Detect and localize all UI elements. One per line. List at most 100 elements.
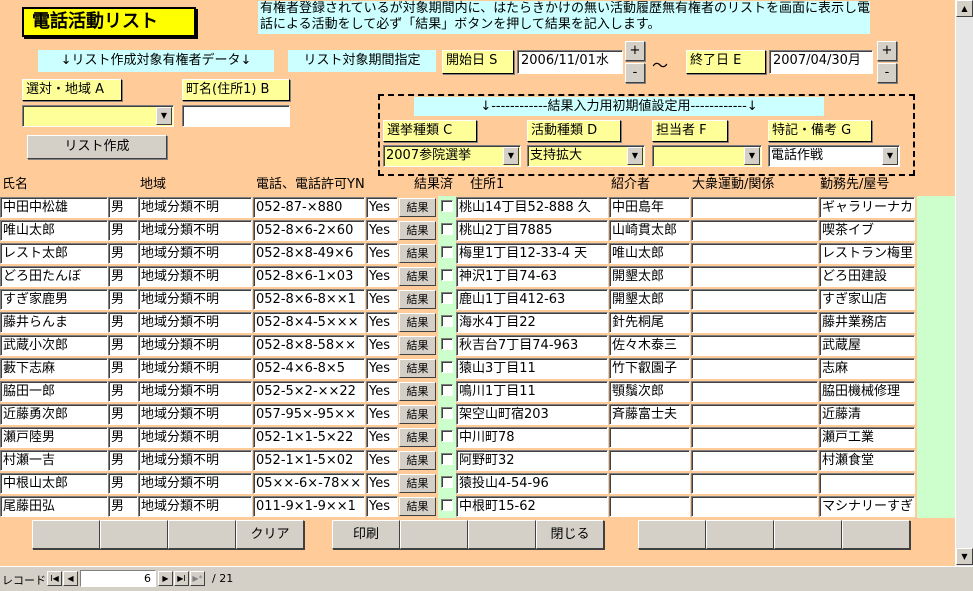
notes-combo[interactable]: 電話作戦 ▼ xyxy=(768,145,900,167)
mass-movement-cell[interactable] xyxy=(691,381,818,402)
end-date-field[interactable]: 2007/04/30月 xyxy=(769,50,873,74)
prev-record-icon[interactable]: ◀ xyxy=(63,571,78,586)
dropdown-arrow-icon[interactable]: ▼ xyxy=(503,147,519,165)
town-field[interactable] xyxy=(182,105,290,127)
mass-movement-cell[interactable] xyxy=(691,289,818,310)
address-cell[interactable]: 秋吉台7丁目74-963 xyxy=(456,335,608,356)
yn-cell[interactable]: Yes xyxy=(366,289,398,310)
print-button[interactable]: 印刷 xyxy=(332,520,400,549)
footer-button-1[interactable] xyxy=(32,520,100,549)
yn-cell[interactable]: Yes xyxy=(366,427,398,448)
address-cell[interactable]: 桃山2丁目7885 xyxy=(456,220,608,241)
result-button[interactable]: 結果 xyxy=(399,405,436,424)
result-button[interactable]: 結果 xyxy=(399,267,436,286)
result-done-checkbox[interactable] xyxy=(441,453,453,465)
yn-cell[interactable]: Yes xyxy=(366,197,398,218)
sex-cell[interactable]: 男 xyxy=(108,335,138,356)
mass-movement-cell[interactable] xyxy=(691,312,818,333)
yn-cell[interactable]: Yes xyxy=(366,266,398,287)
phone-cell[interactable]: 052-8×8-49×6 xyxy=(253,243,365,264)
sex-cell[interactable]: 男 xyxy=(108,289,138,310)
address-cell[interactable]: 海水4丁目22 xyxy=(456,312,608,333)
workplace-cell[interactable]: 村瀬食堂 xyxy=(819,450,915,471)
close-button[interactable]: 閉じる xyxy=(536,520,604,549)
workplace-cell[interactable]: 志麻 xyxy=(819,358,915,379)
name-cell[interactable]: すぎ家鹿男 xyxy=(0,289,108,310)
phone-cell[interactable]: 052-8×6-1×03 xyxy=(253,266,365,287)
phone-cell[interactable]: 052-5×2-××22 xyxy=(253,381,365,402)
start-date-plus-button[interactable]: + xyxy=(625,41,645,61)
address-cell[interactable]: 桃山14丁目52-888 久 xyxy=(456,197,608,218)
mass-movement-cell[interactable] xyxy=(691,220,818,241)
workplace-cell[interactable]: マシナリーすぎ xyxy=(819,496,915,517)
phone-cell[interactable]: 052-8×6-2×60 xyxy=(253,220,365,241)
mass-movement-cell[interactable] xyxy=(691,266,818,287)
result-done-checkbox[interactable] xyxy=(441,200,453,212)
address-cell[interactable]: 猿山3丁目11 xyxy=(456,358,608,379)
region-cell[interactable]: 地域分類不明 xyxy=(138,404,252,425)
workplace-cell[interactable]: 瀬戸工業 xyxy=(819,427,915,448)
phone-cell[interactable]: 011-9×1-9××1 xyxy=(253,496,365,517)
start-date-field[interactable]: 2006/11/01水 xyxy=(517,50,623,74)
dropdown-arrow-icon[interactable]: ▼ xyxy=(744,147,760,165)
activity-type-combo[interactable]: 支持拡大 ▼ xyxy=(527,145,645,167)
election-type-combo[interactable]: 2007参院選挙 ▼ xyxy=(383,145,521,167)
result-done-checkbox[interactable] xyxy=(441,269,453,281)
result-button[interactable]: 結果 xyxy=(399,451,436,470)
name-cell[interactable]: 瀬戸陸男 xyxy=(0,427,108,448)
first-record-icon[interactable]: I◀ xyxy=(47,571,62,586)
workplace-cell[interactable]: レストラン梅里 xyxy=(819,243,915,264)
sex-cell[interactable]: 男 xyxy=(108,450,138,471)
sex-cell[interactable]: 男 xyxy=(108,427,138,448)
result-done-checkbox[interactable] xyxy=(441,361,453,373)
result-button[interactable]: 結果 xyxy=(399,497,436,516)
workplace-cell[interactable] xyxy=(819,473,915,494)
address-cell[interactable]: 鹿山1丁目412-63 xyxy=(456,289,608,310)
sex-cell[interactable]: 男 xyxy=(108,197,138,218)
footer-button-8[interactable] xyxy=(706,520,774,549)
referrer-cell[interactable] xyxy=(609,450,690,471)
mass-movement-cell[interactable] xyxy=(691,427,818,448)
region-cell[interactable]: 地域分類不明 xyxy=(138,335,252,356)
name-cell[interactable]: 中根山太郎 xyxy=(0,473,108,494)
sex-cell[interactable]: 男 xyxy=(108,473,138,494)
workplace-cell[interactable]: 喫茶イブ xyxy=(819,220,915,241)
yn-cell[interactable]: Yes xyxy=(366,243,398,264)
region-cell[interactable]: 地域分類不明 xyxy=(138,473,252,494)
result-done-checkbox[interactable] xyxy=(441,476,453,488)
clear-button[interactable]: クリア xyxy=(236,520,304,549)
phone-cell[interactable]: 052-1×1-5×22 xyxy=(253,427,365,448)
region-cell[interactable]: 地域分類不明 xyxy=(138,266,252,287)
footer-button-3[interactable] xyxy=(168,520,236,549)
district-combo[interactable]: ▼ xyxy=(22,105,174,127)
result-done-checkbox[interactable] xyxy=(441,315,453,327)
address-cell[interactable]: 阿野町32 xyxy=(456,450,608,471)
referrer-cell[interactable]: 開墾太郎 xyxy=(609,289,690,310)
new-record-icon[interactable]: ▶* xyxy=(190,571,205,586)
sex-cell[interactable]: 男 xyxy=(108,312,138,333)
name-cell[interactable]: 村瀬一吉 xyxy=(0,450,108,471)
footer-button-10[interactable] xyxy=(842,520,910,549)
mass-movement-cell[interactable] xyxy=(691,473,818,494)
mass-movement-cell[interactable] xyxy=(691,358,818,379)
address-cell[interactable]: 猿投山4-54-96 xyxy=(456,473,608,494)
result-done-checkbox[interactable] xyxy=(441,246,453,258)
workplace-cell[interactable]: どろ田建設 xyxy=(819,266,915,287)
phone-cell[interactable]: 052-8×4-5××× xyxy=(253,312,365,333)
address-cell[interactable]: 梅里1丁目12-33-4 天 xyxy=(456,243,608,264)
next-record-icon[interactable]: ▶ xyxy=(158,571,173,586)
workplace-cell[interactable]: 藤井業務店 xyxy=(819,312,915,333)
start-date-minus-button[interactable]: - xyxy=(625,63,645,83)
workplace-cell[interactable]: 脇田機械修理 xyxy=(819,381,915,402)
phone-cell[interactable]: 057-95×-95×× xyxy=(253,404,365,425)
referrer-cell[interactable] xyxy=(609,496,690,517)
yn-cell[interactable]: Yes xyxy=(366,220,398,241)
yn-cell[interactable]: Yes xyxy=(366,335,398,356)
referrer-cell[interactable]: 竹下叡園子 xyxy=(609,358,690,379)
referrer-cell[interactable]: 斉藤富士夫 xyxy=(609,404,690,425)
sex-cell[interactable]: 男 xyxy=(108,220,138,241)
result-done-checkbox[interactable] xyxy=(441,292,453,304)
workplace-cell[interactable]: ギャラリーナカ xyxy=(819,197,915,218)
mass-movement-cell[interactable] xyxy=(691,404,818,425)
footer-button-6[interactable] xyxy=(468,520,536,549)
